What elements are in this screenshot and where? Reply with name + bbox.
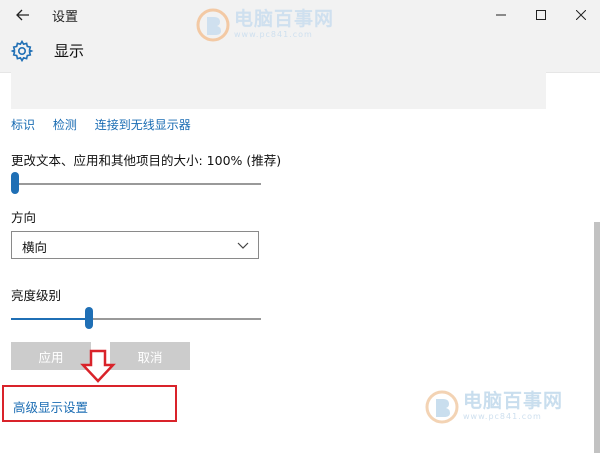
advanced-display-settings-link[interactable]: 高级显示设置 [13,397,88,416]
detect-link[interactable]: 检测 [53,118,77,132]
watermark-url-bottom: www.pc841.com [463,412,542,421]
apply-button[interactable]: 应用 [11,342,91,370]
back-button[interactable] [10,3,36,27]
scale-slider-track[interactable] [11,183,261,185]
watermark-logo-icon [196,8,230,42]
orientation-label: 方向 [11,210,37,225]
maximize-icon [536,10,546,20]
page-title: 显示 [54,42,85,60]
gear-icon [10,39,34,63]
wireless-display-link[interactable]: 连接到无线显示器 [95,118,191,132]
scale-label: 更改文本、应用和其他项目的大小: 100% (推荐) [11,153,282,168]
back-arrow-icon [16,9,29,21]
watermark-brand-bottom: 电脑百事网 [463,390,564,412]
watermark-brand: 电脑百事网 [234,8,335,30]
down-arrow-annotation-icon [80,349,116,383]
orientation-value: 横向 [22,240,48,255]
display-links: 标识 检测 连接到无线显示器 [11,116,205,133]
brightness-slider-thumb[interactable] [85,307,93,329]
cancel-button[interactable]: 取消 [110,342,190,370]
watermark-logo-icon [425,390,459,424]
orientation-select[interactable]: 横向 [11,231,259,259]
advanced-highlight-box: 高级显示设置 [2,385,177,422]
close-icon [576,10,586,20]
display-preview [11,72,546,109]
chevron-down-icon [237,242,249,249]
close-button[interactable] [558,0,600,30]
scale-slider-thumb[interactable] [11,172,19,194]
minimize-icon [496,14,506,16]
watermark-top: 电脑百事网 www.pc841.com [196,8,334,48]
window-title: 设置 [52,10,79,25]
scrollbar[interactable] [594,222,600,453]
watermark-url: www.pc841.com [234,30,313,39]
watermark-bottom: 电脑百事网 www.pc841.com [425,390,563,424]
identify-link[interactable]: 标识 [11,118,35,132]
brightness-label: 亮度级别 [11,288,62,303]
brightness-slider-fill [11,318,89,320]
